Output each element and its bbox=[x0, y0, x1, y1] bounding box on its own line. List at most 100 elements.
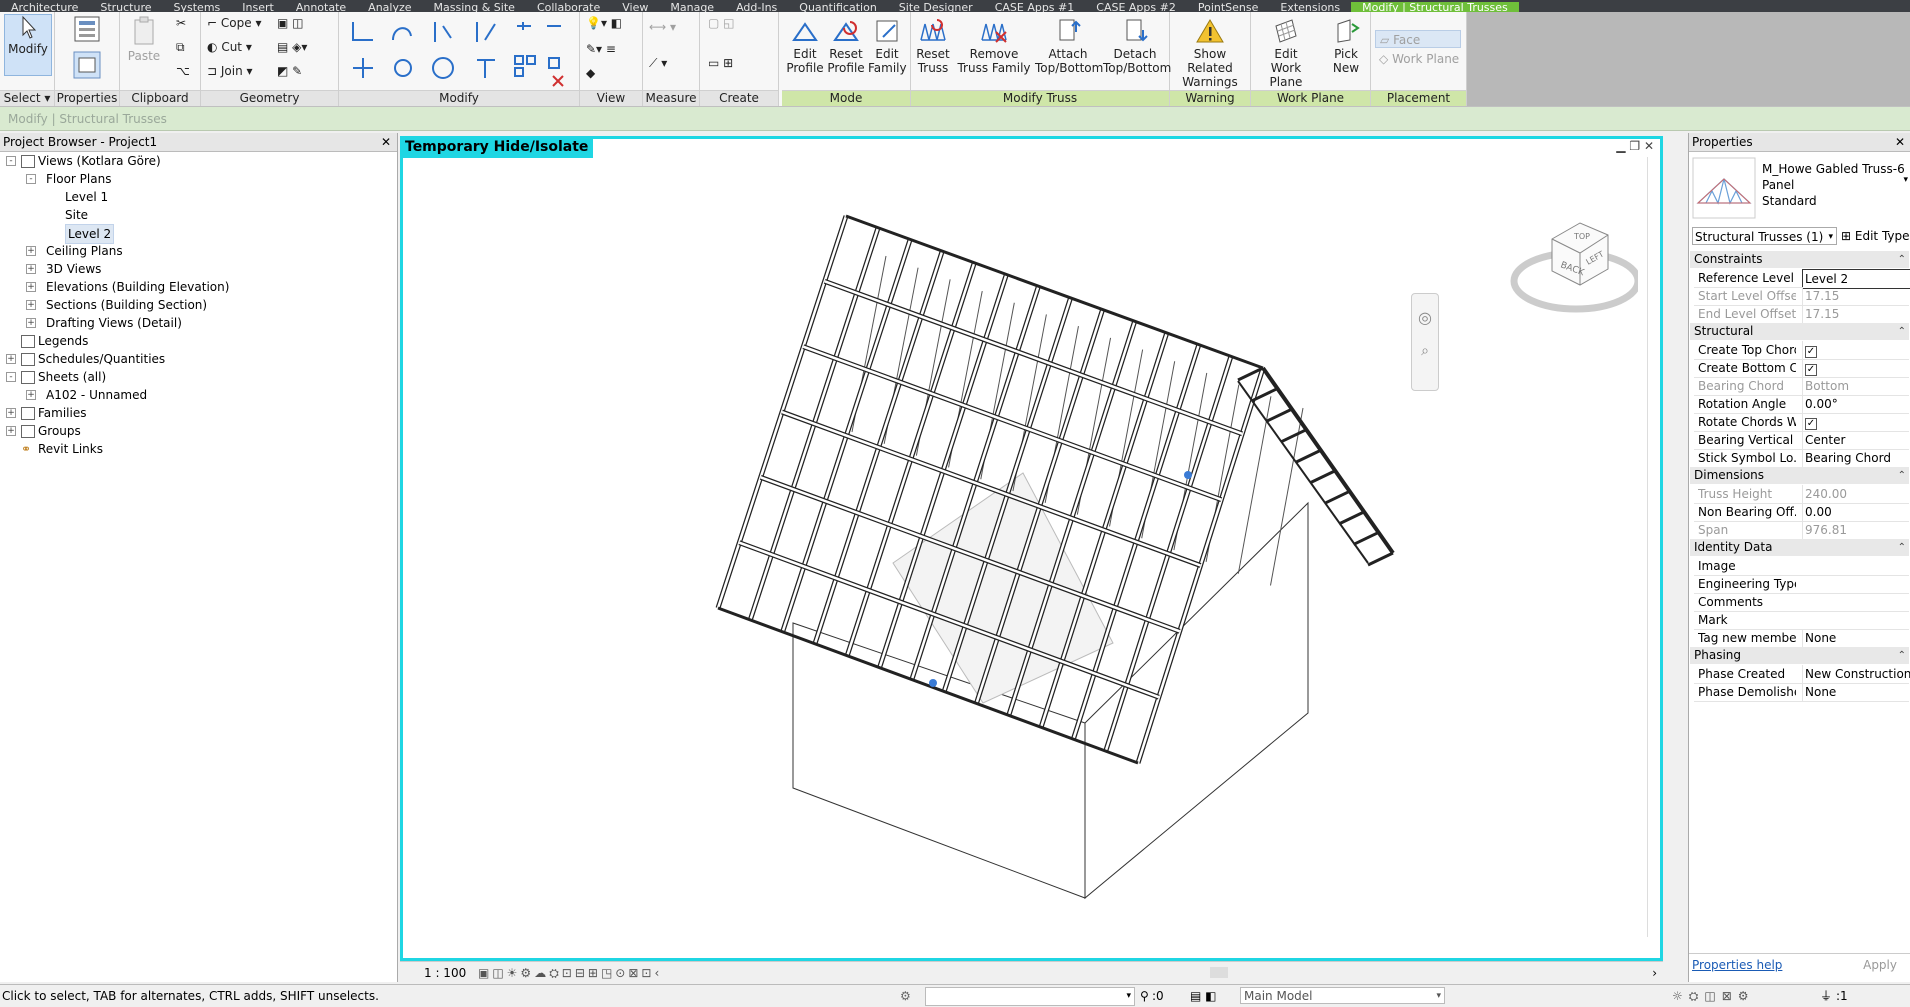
checkbox[interactable]: ✓ bbox=[1805, 364, 1817, 376]
collapse-icon[interactable]: - bbox=[6, 372, 16, 382]
zoom-icon[interactable]: ⌕ bbox=[1412, 343, 1438, 359]
property-section-header[interactable]: Identity Data ⌃ bbox=[1690, 539, 1909, 556]
view-cube[interactable]: BACK LEFT TOP bbox=[1508, 209, 1638, 319]
apply-button[interactable]: Apply bbox=[1863, 958, 1897, 972]
geometry-tool-icon-2[interactable]: ▤ ◈▾ bbox=[277, 40, 307, 54]
join-button[interactable]: ⊐ Join ▾ bbox=[207, 64, 253, 78]
ribbon-tab[interactable]: Massing & Site bbox=[423, 2, 526, 13]
close-properties-icon[interactable]: ✕ bbox=[1895, 133, 1905, 151]
property-value[interactable]: Center bbox=[1802, 431, 1910, 449]
measure-icon[interactable]: ⟷ ▾ bbox=[649, 20, 676, 34]
property-value[interactable]: None bbox=[1802, 683, 1910, 701]
cut-button[interactable]: ◐ Cut ▾ bbox=[207, 40, 252, 54]
restore-icon[interactable]: ❐ bbox=[1629, 139, 1640, 153]
property-section-header[interactable]: Structural ⌃ bbox=[1690, 323, 1909, 340]
property-value[interactable]: 240.00 bbox=[1802, 485, 1910, 503]
work-plane-placement-button[interactable]: ◇ Work Plane bbox=[1375, 52, 1459, 66]
checkbox[interactable]: ✓ bbox=[1805, 418, 1817, 430]
ribbon-tab[interactable]: Structure bbox=[89, 2, 162, 13]
create-assembly-icon[interactable]: ▢ ◱ bbox=[708, 16, 735, 30]
modify-tools-icons[interactable] bbox=[347, 16, 577, 88]
ribbon-tab[interactable]: Insert bbox=[231, 2, 285, 13]
edit-family-button[interactable]: Edit Family bbox=[868, 18, 907, 75]
close-icon[interactable]: ✕ bbox=[381, 133, 391, 151]
property-value[interactable]: ✓ bbox=[1802, 359, 1910, 377]
property-value[interactable]: Bearing Chord bbox=[1802, 449, 1910, 467]
ribbon-tab[interactable]: PointSense bbox=[1187, 2, 1270, 13]
geometry-tool-icon-1[interactable]: ▣ ◫ bbox=[277, 16, 304, 30]
workset-select[interactable]: ▾ bbox=[925, 987, 1135, 1006]
expand-icon[interactable]: + bbox=[6, 408, 16, 418]
linework-icon[interactable]: ◆ bbox=[586, 66, 595, 80]
select-dropdown[interactable]: Select ▾ bbox=[0, 90, 54, 106]
checkbox[interactable]: ✓ bbox=[1805, 346, 1817, 358]
ribbon-tab[interactable]: CASE Apps #1 bbox=[984, 2, 1086, 13]
minimize-icon[interactable]: ▁ bbox=[1616, 139, 1625, 153]
edit-profile-button[interactable]: Edit Profile bbox=[786, 18, 824, 75]
property-value[interactable]: 17.15 bbox=[1802, 287, 1910, 305]
reset-truss-button[interactable]: Reset Truss bbox=[913, 18, 953, 75]
property-value[interactable]: 0.00° bbox=[1802, 395, 1910, 413]
worksets-icon[interactable]: ⚙ bbox=[900, 985, 911, 1007]
ribbon-tab[interactable]: Manage bbox=[659, 2, 725, 13]
ribbon-tab[interactable]: Systems bbox=[163, 2, 232, 13]
ribbon-tab[interactable]: Analyze bbox=[357, 2, 422, 13]
horizontal-scrollbar-thumb[interactable] bbox=[1210, 967, 1228, 978]
expand-icon[interactable]: + bbox=[26, 282, 36, 292]
property-value[interactable]: ✓ bbox=[1802, 413, 1910, 431]
property-value[interactable]: 0.00 bbox=[1802, 503, 1910, 521]
expand-icon[interactable]: + bbox=[26, 246, 36, 256]
design-options-icon[interactable]: ▤ ◧ bbox=[1190, 985, 1217, 1007]
expand-icon[interactable]: + bbox=[26, 318, 36, 328]
expand-icon[interactable]: + bbox=[26, 264, 36, 274]
show-related-warnings-button[interactable]: Show Related Warnings bbox=[1172, 18, 1248, 89]
ribbon-tab[interactable]: Add-Ins bbox=[725, 2, 788, 13]
ribbon-tab[interactable]: Extensions bbox=[1269, 2, 1351, 13]
filter-icon[interactable]: ⏚ bbox=[1820, 985, 1832, 1007]
type-selector[interactable]: M_Howe Gabled Truss-6 Panel Standard ▾ bbox=[1692, 157, 1908, 223]
property-section-header[interactable]: Dimensions ⌃ bbox=[1690, 467, 1909, 484]
expand-icon[interactable]: + bbox=[26, 390, 36, 400]
type-properties-icon[interactable] bbox=[72, 14, 102, 44]
scale-selector[interactable]: 1 : 100 bbox=[424, 962, 466, 984]
property-value[interactable]: 976.81 bbox=[1802, 521, 1910, 539]
hide-in-view-icon[interactable]: 💡▾ ◧ bbox=[586, 16, 622, 30]
property-section-header[interactable]: Constraints ⌃ bbox=[1690, 251, 1909, 268]
steering-wheel-icon[interactable]: ◎ bbox=[1412, 308, 1438, 327]
scroll-right-icon[interactable]: › bbox=[1652, 962, 1657, 984]
collapse-icon[interactable]: - bbox=[26, 174, 36, 184]
override-graphics-icon[interactable]: ✎▾ ≡ bbox=[586, 42, 616, 56]
property-value[interactable]: None bbox=[1802, 629, 1910, 647]
cut-to-clipboard-icon[interactable]: ✂ bbox=[176, 16, 186, 30]
create-group-icon[interactable]: ▭ ⊞ bbox=[708, 56, 733, 70]
property-value[interactable]: Level 2 bbox=[1802, 269, 1910, 289]
design-option-select[interactable]: Main Model ▾ bbox=[1240, 987, 1445, 1004]
expand-icon[interactable]: + bbox=[6, 426, 16, 436]
ribbon-tab[interactable]: Architecture bbox=[0, 2, 89, 13]
drawing-view[interactable]: BACK LEFT TOP ◎ ⌕ ▁ ❐ ✕ bbox=[400, 136, 1663, 961]
dimension-icon[interactable]: ⟋ ▾ bbox=[649, 56, 667, 71]
close-view-icon[interactable]: ✕ bbox=[1644, 139, 1654, 153]
detach-top-bottom-button[interactable]: Detach Top/Bottom bbox=[1103, 18, 1171, 75]
ribbon-tab[interactable]: CASE Apps #2 bbox=[1085, 2, 1187, 13]
copy-icon[interactable]: ⧉ bbox=[176, 40, 185, 55]
view-control-icons[interactable]: ▣◫☀⚙☁⛭⊡⊟⊞◳⊙⊠⊡‹ bbox=[478, 962, 662, 984]
property-value[interactable]: 17.15 bbox=[1802, 305, 1910, 323]
ribbon-tab[interactable]: Modify | Structural Trusses bbox=[1351, 2, 1519, 12]
pick-new-button[interactable]: Pick New bbox=[1327, 18, 1365, 75]
property-value[interactable]: ✓ bbox=[1802, 341, 1910, 359]
edit-type-button[interactable]: ⊞ Edit Type bbox=[1841, 227, 1910, 245]
ribbon-tab[interactable]: Site Designer bbox=[888, 2, 984, 13]
ribbon-tab[interactable]: Quantification bbox=[788, 2, 888, 13]
face-placement-button[interactable]: ▱ Face bbox=[1375, 30, 1461, 48]
remove-truss-family-button[interactable]: Remove Truss Family bbox=[955, 18, 1033, 75]
editable-only-icon[interactable]: ⚲ bbox=[1140, 985, 1149, 1007]
modify-button[interactable]: Modify bbox=[4, 14, 52, 76]
properties-help-link[interactable]: Properties help bbox=[1692, 958, 1782, 972]
selection-toggle-icons[interactable]: ☼⛭◫⊠⚙ bbox=[1672, 985, 1755, 1007]
truss-model-3d[interactable] bbox=[403, 139, 1660, 958]
properties-icon[interactable] bbox=[72, 50, 102, 80]
ribbon-tab[interactable]: Collaborate bbox=[526, 2, 611, 13]
paste-button[interactable]: Paste bbox=[126, 16, 162, 63]
match-type-icon[interactable]: ⌥ bbox=[176, 64, 190, 78]
